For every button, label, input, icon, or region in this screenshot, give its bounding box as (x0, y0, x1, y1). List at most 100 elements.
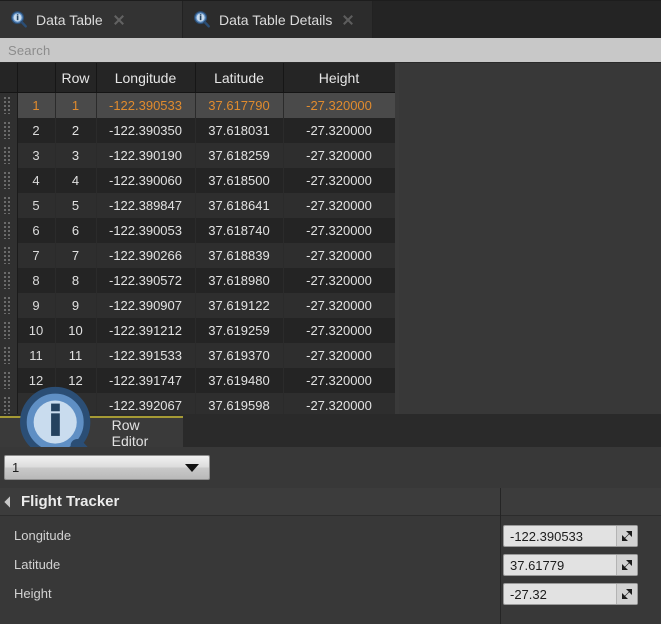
category-header-flight-tracker[interactable]: Flight Tracker (0, 488, 500, 516)
tab-data-table-details[interactable]: Data Table Details (183, 1, 373, 38)
height-cell[interactable]: -27.320000 (283, 318, 396, 343)
longitude-cell[interactable]: -122.389847 (96, 193, 196, 218)
tab-row-editor[interactable]: Row Editor (0, 387, 183, 477)
row-name-cell[interactable]: 8 (55, 268, 97, 293)
height-cell[interactable]: -27.320000 (283, 368, 396, 393)
latitude-cell[interactable]: 37.619598 (195, 393, 284, 414)
row-name-cell[interactable]: 1 (55, 92, 97, 118)
expand-arrow-icon[interactable] (616, 555, 637, 575)
row-index-cell[interactable]: 2 (17, 118, 56, 143)
table-row[interactable]: 5 5 -122.389847 37.618641 -27.320000 (0, 193, 396, 218)
latitude-cell[interactable]: 37.618740 (195, 218, 284, 243)
row-name-cell[interactable]: 9 (55, 293, 97, 318)
table-row[interactable]: 2 2 -122.390350 37.618031 -27.320000 (0, 118, 396, 143)
row-drag-handle[interactable] (0, 193, 18, 218)
row-index-cell[interactable]: 9 (17, 293, 56, 318)
latitude-cell[interactable]: 37.618500 (195, 168, 284, 193)
column-header-index[interactable] (17, 63, 56, 93)
longitude-cell[interactable]: -122.391212 (96, 318, 196, 343)
table-row[interactable]: 4 4 -122.390060 37.618500 -27.320000 (0, 168, 396, 193)
row-index-cell[interactable]: 3 (17, 143, 56, 168)
height-cell[interactable]: -27.320000 (283, 118, 396, 143)
row-name-cell[interactable]: 4 (55, 168, 97, 193)
height-cell[interactable]: -27.320000 (283, 143, 396, 168)
latitude-cell[interactable]: 37.619370 (195, 343, 284, 368)
height-cell[interactable]: -27.320000 (283, 243, 396, 268)
row-name-cell[interactable]: 6 (55, 218, 97, 243)
longitude-cell[interactable]: -122.390266 (96, 243, 196, 268)
row-drag-handle[interactable] (0, 168, 18, 193)
table-row[interactable]: 10 10 -122.391212 37.619259 -27.320000 (0, 318, 396, 343)
table-row[interactable]: 9 9 -122.390907 37.619122 -27.320000 (0, 293, 396, 318)
row-name-cell[interactable]: 11 (55, 343, 97, 368)
height-cell[interactable]: -27.320000 (283, 343, 396, 368)
row-drag-handle[interactable] (0, 243, 18, 268)
expand-triangle-icon[interactable] (4, 495, 16, 508)
row-name-cell[interactable]: 7 (55, 243, 97, 268)
table-row[interactable]: 3 3 -122.390190 37.618259 -27.320000 (0, 143, 396, 168)
property-value-input[interactable]: -27.32 (503, 583, 638, 605)
longitude-cell[interactable]: -122.390190 (96, 143, 196, 168)
expand-arrow-icon[interactable] (616, 526, 637, 546)
close-icon[interactable] (340, 12, 356, 28)
row-select-dropdown[interactable]: 1 (4, 455, 210, 480)
longitude-cell[interactable]: -122.390533 (96, 92, 196, 118)
table-row[interactable]: 1 1 -122.390533 37.617790 -27.320000 (0, 92, 396, 118)
longitude-cell[interactable]: -122.390060 (96, 168, 196, 193)
height-cell[interactable]: -27.320000 (283, 92, 396, 118)
row-index-cell[interactable]: 5 (17, 193, 56, 218)
longitude-cell[interactable]: -122.391533 (96, 343, 196, 368)
latitude-cell[interactable]: 37.618839 (195, 243, 284, 268)
row-name-cell[interactable]: 10 (55, 318, 97, 343)
column-header-latitude[interactable]: Latitude (195, 63, 284, 93)
longitude-cell[interactable]: -122.390053 (96, 218, 196, 243)
height-cell[interactable]: -27.320000 (283, 393, 396, 414)
close-icon[interactable] (111, 12, 127, 28)
row-name-cell[interactable]: 2 (55, 118, 97, 143)
table-row[interactable]: 11 11 -122.391533 37.619370 -27.320000 (0, 343, 396, 368)
tab-data-table[interactable]: Data Table (0, 1, 183, 38)
row-drag-handle[interactable] (0, 318, 18, 343)
latitude-cell[interactable]: 37.619480 (195, 368, 284, 393)
column-header-row[interactable]: Row (55, 63, 97, 93)
latitude-cell[interactable]: 37.618980 (195, 268, 284, 293)
row-index-cell[interactable]: 6 (17, 218, 56, 243)
column-header-height[interactable]: Height (283, 63, 396, 93)
latitude-cell[interactable]: 37.618259 (195, 143, 284, 168)
height-cell[interactable]: -27.320000 (283, 268, 396, 293)
table-row[interactable]: 7 7 -122.390266 37.618839 -27.320000 (0, 243, 396, 268)
expand-arrow-icon[interactable] (616, 584, 637, 604)
table-row[interactable]: 6 6 -122.390053 37.618740 -27.320000 (0, 218, 396, 243)
height-cell[interactable]: -27.320000 (283, 218, 396, 243)
column-header-handle[interactable] (0, 63, 18, 93)
height-cell[interactable]: -27.320000 (283, 168, 396, 193)
row-drag-handle[interactable] (0, 118, 18, 143)
latitude-cell[interactable]: 37.619122 (195, 293, 284, 318)
latitude-cell[interactable]: 37.619259 (195, 318, 284, 343)
row-index-cell[interactable]: 11 (17, 343, 56, 368)
row-name-cell[interactable]: 3 (55, 143, 97, 168)
row-drag-handle[interactable] (0, 268, 18, 293)
row-drag-handle[interactable] (0, 293, 18, 318)
row-index-cell[interactable]: 8 (17, 268, 56, 293)
longitude-cell[interactable]: -122.390907 (96, 293, 196, 318)
longitude-cell[interactable]: -122.390350 (96, 118, 196, 143)
row-drag-handle[interactable] (0, 343, 18, 368)
height-cell[interactable]: -27.320000 (283, 293, 396, 318)
latitude-cell[interactable]: 37.617790 (195, 92, 284, 118)
longitude-cell[interactable]: -122.390572 (96, 268, 196, 293)
row-index-cell[interactable]: 4 (17, 168, 56, 193)
row-index-cell[interactable]: 10 (17, 318, 56, 343)
row-drag-handle[interactable] (0, 218, 18, 243)
row-name-cell[interactable]: 5 (55, 193, 97, 218)
latitude-cell[interactable]: 37.618641 (195, 193, 284, 218)
height-cell[interactable]: -27.320000 (283, 193, 396, 218)
property-value-input[interactable]: -122.390533 (503, 525, 638, 547)
row-drag-handle[interactable] (0, 92, 18, 118)
search-bar[interactable]: Search (0, 38, 661, 63)
row-index-cell[interactable]: 1 (17, 92, 56, 118)
table-row[interactable]: 8 8 -122.390572 37.618980 -27.320000 (0, 268, 396, 293)
property-value-input[interactable]: 37.61779 (503, 554, 638, 576)
row-drag-handle[interactable] (0, 143, 18, 168)
latitude-cell[interactable]: 37.618031 (195, 118, 284, 143)
